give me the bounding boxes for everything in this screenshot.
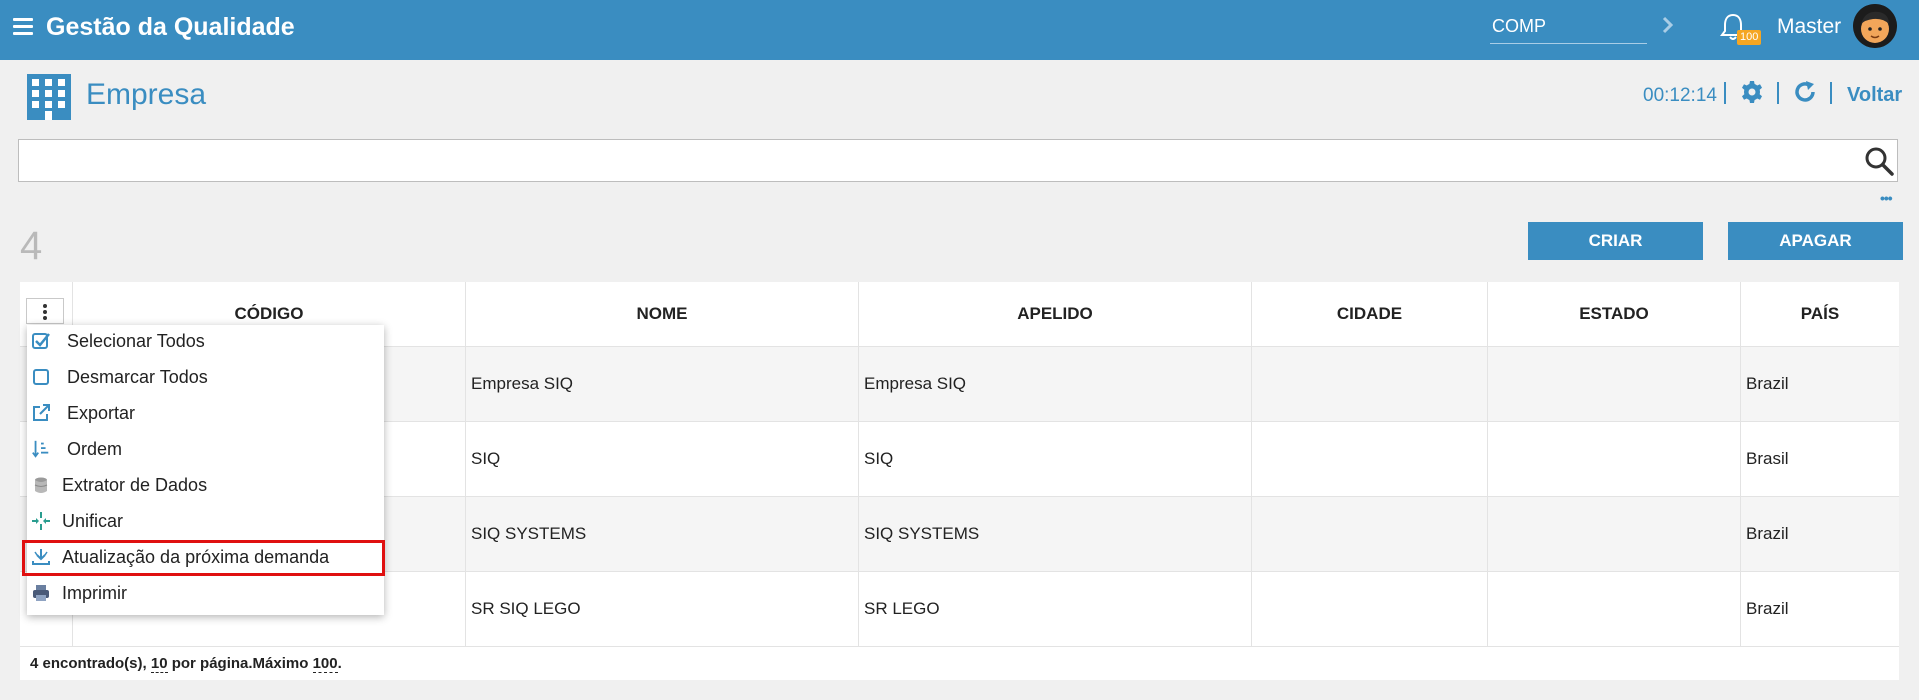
menu-item-export[interactable]: Exportar xyxy=(27,397,384,431)
sort-icon xyxy=(32,440,49,458)
printer-icon xyxy=(33,585,49,601)
cell-cidade xyxy=(1251,421,1488,497)
menu-item-data-extractor[interactable]: Extrator de Dados xyxy=(27,469,384,503)
delete-button[interactable]: APAGAR xyxy=(1728,222,1903,260)
cell-estado xyxy=(1487,496,1741,572)
external-link-icon xyxy=(33,404,50,421)
divider xyxy=(1724,82,1726,104)
cell-cidade xyxy=(1251,571,1488,647)
search-input[interactable] xyxy=(25,140,1849,182)
notification-badge: 100 xyxy=(1737,30,1762,45)
advanced-search-toggle[interactable]: ••• xyxy=(1880,190,1893,206)
username[interactable]: Master xyxy=(1777,15,1841,39)
cell-estado xyxy=(1487,346,1741,422)
menu-item-select-all[interactable]: Selecionar Todos xyxy=(27,325,384,359)
menu-item-label: Desmarcar Todos xyxy=(67,367,208,387)
menu-item-label: Unificar xyxy=(62,511,124,531)
session-timer: 00:12:14 xyxy=(1643,85,1717,106)
cell-pais: Brasil xyxy=(1740,421,1899,497)
footer-period: . xyxy=(337,655,342,672)
database-icon xyxy=(34,477,48,493)
cell-estado xyxy=(1487,571,1741,647)
square-icon xyxy=(33,369,49,385)
record-count: 4 xyxy=(20,224,43,268)
per-page-selector[interactable]: 10 xyxy=(150,655,168,673)
chevron-right-icon[interactable] xyxy=(1660,13,1676,37)
gear-icon[interactable] xyxy=(1740,80,1764,104)
cell-cidade xyxy=(1251,346,1488,422)
menu-item-print[interactable]: Imprimir xyxy=(27,577,384,611)
cell-estado xyxy=(1487,421,1741,497)
avatar[interactable] xyxy=(1853,4,1897,48)
cell-cidade xyxy=(1251,496,1488,572)
create-button[interactable]: CRIAR xyxy=(1528,222,1703,260)
column-header-pais[interactable]: PAÍS xyxy=(1740,282,1899,347)
building-icon xyxy=(27,74,71,120)
divider xyxy=(1777,82,1779,104)
pagination-summary: 4 encontrado(s), 10 por página.Máximo 10… xyxy=(30,655,342,673)
table-actions-kebab-button[interactable] xyxy=(26,298,64,324)
refresh-icon[interactable] xyxy=(1793,80,1817,104)
column-header-cidade[interactable]: CIDADE xyxy=(1251,282,1488,347)
cell-nome: SIQ xyxy=(465,421,859,497)
column-header-nome[interactable]: NOME xyxy=(465,282,859,347)
menu-item-deselect-all[interactable]: Desmarcar Todos xyxy=(27,361,384,395)
menu-item-label: Extrator de Dados xyxy=(62,475,208,495)
cell-nome: Empresa SIQ xyxy=(465,346,859,422)
menu-item-label: Imprimir xyxy=(62,583,127,603)
cell-pais: Brazil xyxy=(1740,571,1899,647)
menu-item-merge[interactable]: Unificar xyxy=(27,505,384,539)
divider xyxy=(1830,82,1832,104)
per-page-text: por página.Máximo xyxy=(167,655,313,672)
company-input[interactable] xyxy=(1490,10,1647,44)
search-box xyxy=(18,139,1898,182)
back-link[interactable]: Voltar xyxy=(1847,84,1902,107)
cell-pais: Brazil xyxy=(1740,346,1899,422)
user-avatar-icon xyxy=(1853,4,1897,48)
max-selector[interactable]: 100 xyxy=(312,655,338,673)
search-icon[interactable] xyxy=(1863,145,1895,177)
cell-nome: SR SIQ LEGO xyxy=(465,571,859,647)
column-header-apelido[interactable]: APELIDO xyxy=(858,282,1252,347)
page-title: Empresa xyxy=(86,78,207,111)
merge-icon xyxy=(32,512,50,530)
app-title: Gestão da Qualidade xyxy=(46,13,295,41)
cell-apelido: SIQ xyxy=(858,421,1252,497)
cell-pais: Brazil xyxy=(1740,496,1899,572)
check-square-icon xyxy=(32,333,50,349)
found-count-text: 4 encontrado(s), xyxy=(30,655,151,672)
menu-item-label: Selecionar Todos xyxy=(67,331,205,351)
menu-item-label: Ordem xyxy=(67,439,123,459)
cell-apelido: Empresa SIQ xyxy=(858,346,1252,422)
cell-nome: SIQ SYSTEMS xyxy=(465,496,859,572)
hamburger-menu-icon[interactable] xyxy=(13,18,33,36)
menu-item-order[interactable]: Ordem xyxy=(27,433,384,467)
cell-apelido: SR LEGO xyxy=(858,571,1252,647)
menu-item-label: Exportar xyxy=(67,403,136,423)
top-bar: Gestão da Qualidade 100 Master xyxy=(0,0,1919,60)
column-header-estado[interactable]: ESTADO xyxy=(1487,282,1741,347)
cell-apelido: SIQ SYSTEMS xyxy=(858,496,1252,572)
highlight-box xyxy=(22,540,385,576)
